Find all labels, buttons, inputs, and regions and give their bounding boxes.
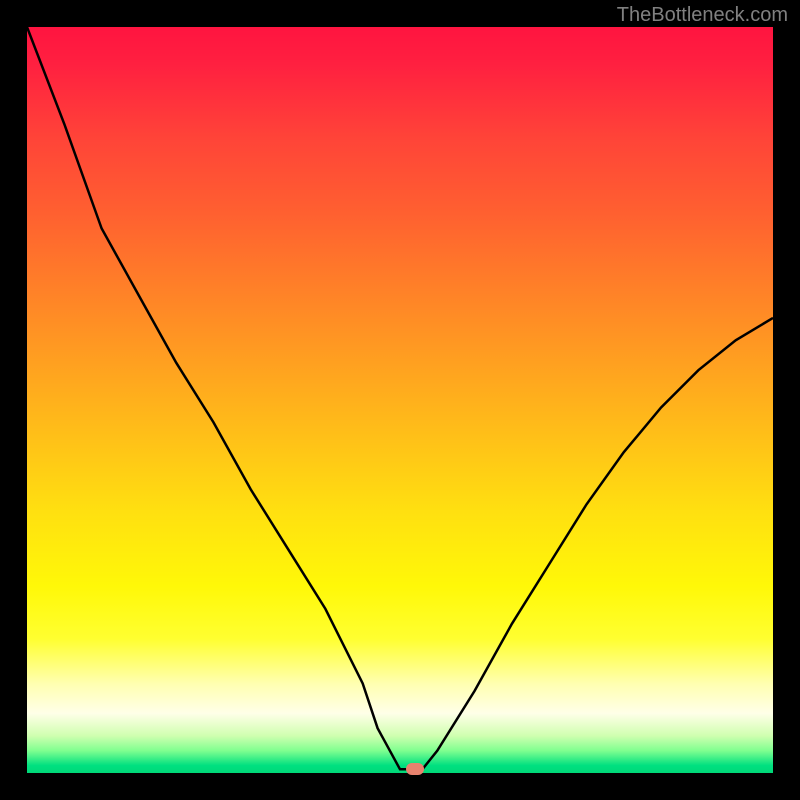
optimal-point-marker [406, 763, 424, 775]
attribution-text: TheBottleneck.com [617, 4, 788, 27]
chart-container: TheBottleneck.com [0, 0, 800, 800]
plot-area [27, 27, 773, 773]
bottleneck-curve [27, 27, 773, 773]
